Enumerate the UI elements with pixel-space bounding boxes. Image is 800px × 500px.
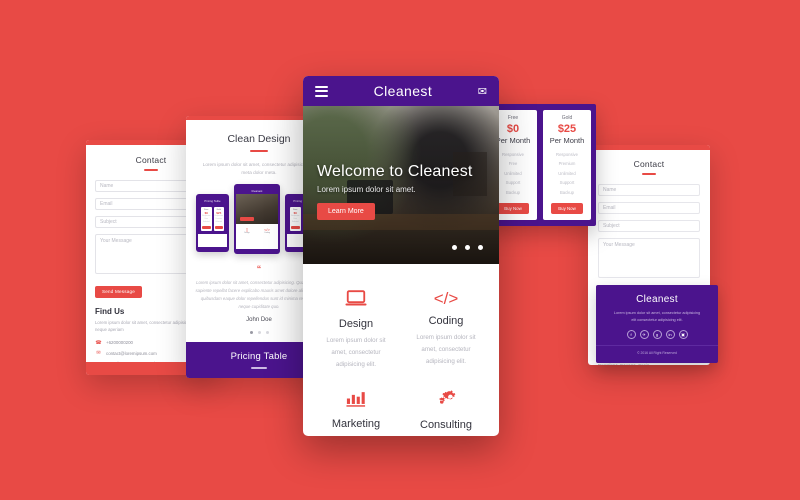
device-center-features: ▯ Design </> Coding [236, 224, 278, 237]
gold-feature-4: Support [559, 180, 575, 186]
free-plan-buy-button[interactable]: Buy Now [497, 203, 529, 215]
device-center-title: Cleanest [251, 190, 263, 194]
main-app-preview: Cleanest ✉ Welcome to Cleanest Lorem ips… [303, 76, 499, 436]
footer-copyright: © 2016 All Right Reserved [596, 344, 718, 355]
testimonial-dot-1[interactable] [249, 331, 253, 335]
feature-marketing-desc: Lorem ipsum dolor sit amet, consectetur … [323, 435, 389, 436]
hero-dot-2[interactable] [465, 245, 470, 250]
mockup-stage: Contact Name Email Subject Your Message … [0, 0, 800, 500]
laptop-icon [323, 290, 389, 310]
linkedin-icon[interactable]: in [665, 329, 675, 339]
app-brand-title: Cleanest [373, 83, 433, 99]
testimonial-dot-3[interactable] [265, 331, 269, 335]
device-left-plan-2: Gold $25 Responsive Premium Unlimited [213, 207, 224, 232]
footer-logo: Cleanest [636, 294, 678, 305]
plan-feature: Unlimited [215, 222, 223, 224]
right-name-input[interactable]: Name [598, 184, 700, 196]
phone-icon: ☎ [95, 339, 102, 346]
feature-coding-desc: Lorem ipsum dolor sit amet, consectetur … [416, 334, 476, 365]
footer-social-links[interactable]: f ✈ g in ▣ [596, 329, 718, 339]
feature-grid: Design Lorem ipsum dolor sit amet, conse… [303, 264, 499, 436]
hero-banner: Welcome to Cleanest Lorem ipsum dolor si… [303, 106, 499, 264]
gold-plan-price: $25 [557, 123, 577, 135]
plan-buy-button[interactable] [214, 226, 223, 230]
plan-feature: Unlimited [291, 222, 299, 224]
instagram-icon[interactable]: ▣ [678, 329, 688, 339]
device-left-pricing: Free $0 Responsive Free Unlimited Gold $… [198, 204, 227, 235]
device-mockup-center: Cleanest ▯ Design </> Coding [234, 184, 280, 255]
right-email-input[interactable]: Email [598, 202, 700, 214]
right-message-textarea[interactable]: Your Message [598, 238, 700, 278]
code-icon: </> [433, 289, 459, 308]
gears-icon [413, 390, 479, 411]
twitter-icon[interactable]: ✈ [639, 329, 649, 339]
right-subject-input[interactable]: Subject [598, 220, 700, 232]
right-contact-title: Contact [633, 159, 665, 169]
gold-plan-buy-button[interactable]: Buy Now [551, 203, 583, 215]
feature-consulting-title: Consulting [420, 419, 472, 432]
hero-dot-3[interactable] [478, 245, 483, 250]
feature-consulting: Consulting Lorem ipsum dolor sit amet, c… [401, 380, 491, 436]
device-center-hero [236, 194, 278, 225]
device-feature-label: Coding [264, 232, 270, 235]
device-feature: </> Coding [257, 227, 277, 234]
feature-marketing-title: Marketing [331, 418, 381, 431]
envelope-icon[interactable]: ✉ [478, 85, 487, 98]
learn-more-button[interactable]: Learn More [317, 203, 375, 220]
left-send-message-button[interactable]: Send Message [95, 285, 143, 298]
device-left-plan-1: Free $0 Responsive Free Unlimited [201, 207, 212, 232]
gold-plan-label: Gold [561, 115, 573, 121]
feature-marketing: Marketing Lorem ipsum dolor sit amet, co… [311, 380, 401, 436]
device-mockup-left: Pricing Table Free $0 Responsive Free Un… [196, 194, 229, 253]
left-phone-text: +6200000200 [106, 340, 133, 346]
pricing-table-band-underline [251, 367, 267, 369]
right-contact-underline [642, 173, 656, 175]
device-left-title: Pricing Table [204, 200, 221, 204]
hamburger-icon[interactable] [315, 85, 328, 97]
hero-slider-dots[interactable] [452, 245, 483, 250]
device-feature-label: Design [244, 232, 250, 235]
facebook-icon[interactable]: f [626, 329, 636, 339]
gold-feature-2: Premium [558, 161, 576, 167]
footer-description: Lorem ipsum dolor sit amet, consectetur … [613, 311, 701, 322]
hero-title: Welcome to Cleanest [317, 163, 473, 180]
google-plus-icon[interactable]: g [652, 329, 662, 339]
gold-plan-features: Responsive Premium Unlimited Support Bac… [546, 150, 588, 197]
plan-buy-button[interactable] [291, 226, 300, 230]
gold-plan-period: Per Month [549, 136, 585, 145]
bar-chart-icon [323, 390, 389, 410]
pricing-table-band-title: Pricing Table [230, 351, 288, 362]
gold-feature-5: Backup [560, 189, 574, 195]
site-footer-card: Cleanest Lorem ipsum dolor sit amet, con… [596, 285, 718, 363]
left-email-text: contact@loremipsum.com [106, 350, 157, 356]
gold-feature-3: Unlimited [558, 170, 576, 176]
device-center-cta[interactable] [240, 217, 254, 222]
feature-coding-title: Coding [428, 315, 464, 327]
pricing-table-panel: Free $0 Per Month Responsive Free Unlimi… [484, 104, 596, 226]
device-right-plan-1: Free $0 Responsive Free Unlimited [290, 207, 301, 232]
feature-design: Design Lorem ipsum dolor sit amet, conse… [311, 280, 401, 380]
plan-buy-button[interactable] [202, 226, 211, 230]
device-feature: ▯ Design [237, 227, 257, 234]
hero-text-block: Welcome to Cleanest Lorem ipsum dolor si… [317, 163, 473, 220]
clean-design-underline [250, 150, 268, 152]
testimonial-dot-2[interactable] [257, 331, 261, 335]
feature-design-title: Design [338, 318, 374, 330]
hero-subtitle: Lorem ipsum dolor sit amet. [317, 185, 416, 194]
feature-design-desc: Lorem ipsum dolor sit amet, consectetur … [326, 337, 386, 368]
feature-coding: </> Coding Lorem ipsum dolor sit amet, c… [401, 280, 491, 380]
plan-feature: Unlimited [202, 222, 210, 224]
left-contact-underline [144, 169, 158, 171]
gold-feature-1: Responsive [556, 152, 578, 157]
hero-dot-1[interactable] [452, 245, 457, 250]
envelope-icon: ✉ [96, 350, 101, 357]
pricing-plan-gold: Gold $25 Per Month Responsive Premium Un… [543, 110, 591, 220]
app-header: Cleanest ✉ [303, 76, 499, 106]
